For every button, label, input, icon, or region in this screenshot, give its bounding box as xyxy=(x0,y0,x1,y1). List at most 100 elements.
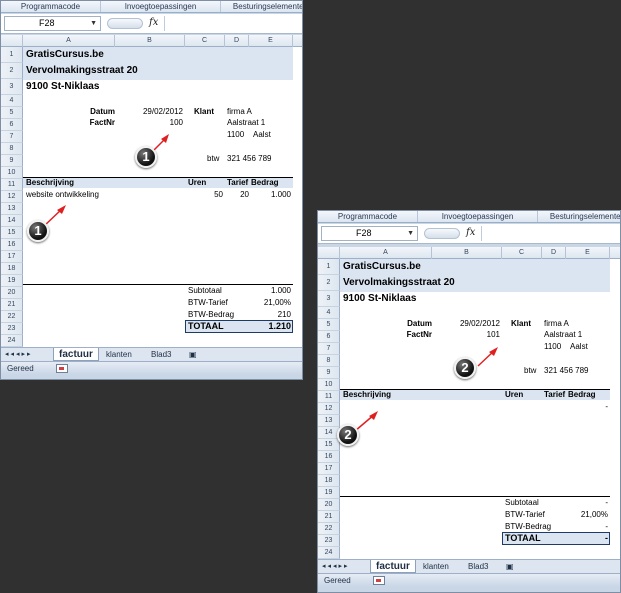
btw-label[interactable]: btw xyxy=(207,153,219,164)
row-header[interactable]: 18 xyxy=(318,475,340,487)
company-street[interactable]: Vervolmakingsstraat 20 xyxy=(26,65,138,76)
line-rate[interactable]: 20 xyxy=(225,189,249,200)
sheet-tab-blad3[interactable]: Blad3 xyxy=(146,348,176,361)
row-header[interactable]: 3 xyxy=(1,79,23,95)
klant-postcode[interactable]: 1100 xyxy=(227,129,244,140)
tab-controls[interactable]: Besturingselementen xyxy=(221,1,302,12)
row-header[interactable]: 4 xyxy=(1,95,23,107)
row-header[interactable]: 24 xyxy=(1,335,23,347)
spreadsheet-grid[interactable]: GratisCursus.be Vervolmakingsstraat 20 9… xyxy=(1,47,302,347)
factnr-label[interactable]: FactNr xyxy=(23,117,115,128)
total-label[interactable]: TOTAAL xyxy=(188,321,224,332)
row-header[interactable]: 13 xyxy=(1,203,23,215)
line-description[interactable]: website ontwikkeling xyxy=(26,189,99,200)
klant-label[interactable]: Klant xyxy=(511,318,531,329)
row-header[interactable]: 1 xyxy=(1,47,23,63)
chevron-down-icon[interactable]: ▼ xyxy=(407,227,414,240)
row-header[interactable]: 15 xyxy=(1,227,23,239)
total-label[interactable]: TOTAAL xyxy=(505,533,541,544)
row-header[interactable]: 15 xyxy=(318,439,340,451)
vat-amount-label[interactable]: BTW-Bedrag xyxy=(505,521,551,532)
factnr-label[interactable]: FactNr xyxy=(340,329,432,340)
header-description[interactable]: Beschrijving xyxy=(26,177,74,188)
row-header[interactable]: 7 xyxy=(318,343,340,355)
row-header[interactable]: 1 xyxy=(318,259,340,275)
row-header[interactable]: 12 xyxy=(318,403,340,415)
klant-value[interactable]: firma A xyxy=(227,106,252,117)
row-header[interactable]: 18 xyxy=(1,263,23,275)
column-header-a[interactable]: A xyxy=(23,35,115,47)
tab-addins[interactable]: Invoegtoepassingen xyxy=(418,211,538,222)
sheet-tab-factuur[interactable]: factuur xyxy=(53,348,99,361)
row-header[interactable]: 21 xyxy=(1,299,23,311)
sheet-tab-klanten[interactable]: klanten xyxy=(418,560,454,573)
column-header-c[interactable]: C xyxy=(502,247,542,259)
company-name[interactable]: GratisCursus.be xyxy=(26,49,104,60)
sheet-tab-blad3[interactable]: Blad3 xyxy=(463,560,493,573)
vat-amount-label[interactable]: BTW-Bedrag xyxy=(188,309,234,320)
row-header[interactable]: 5 xyxy=(318,319,340,331)
column-header-b[interactable]: B xyxy=(432,247,502,259)
sheet-tab-factuur[interactable]: factuur xyxy=(370,560,416,573)
column-header-a[interactable]: A xyxy=(340,247,432,259)
row-header[interactable]: 6 xyxy=(318,331,340,343)
row-header[interactable]: 3 xyxy=(318,291,340,307)
line-amount[interactable]: 1.000 xyxy=(249,189,291,200)
macro-record-icon[interactable] xyxy=(56,364,68,373)
row-header[interactable]: 12 xyxy=(1,191,23,203)
factnr-value[interactable]: 101 xyxy=(432,329,500,340)
klant-label[interactable]: Klant xyxy=(194,106,214,117)
name-box[interactable]: F28 ▼ xyxy=(321,226,418,241)
total-value[interactable]: - xyxy=(566,533,608,544)
subtotal-label[interactable]: Subtotaal xyxy=(188,285,222,296)
formula-input[interactable] xyxy=(164,16,302,31)
row-header[interactable]: 9 xyxy=(318,367,340,379)
header-hours[interactable]: Uren xyxy=(505,389,523,400)
row-header[interactable]: 4 xyxy=(318,307,340,319)
insert-function-icon[interactable]: fx xyxy=(466,227,475,238)
row-header[interactable]: 23 xyxy=(318,535,340,547)
company-name[interactable]: GratisCursus.be xyxy=(343,261,421,272)
row-header[interactable]: 20 xyxy=(318,499,340,511)
tab-developer[interactable]: Programmacode xyxy=(1,1,101,12)
select-all-corner[interactable] xyxy=(318,247,340,259)
column-header-e[interactable]: E xyxy=(566,247,610,259)
row-header[interactable]: 10 xyxy=(318,379,340,391)
row-header[interactable]: 24 xyxy=(318,547,340,559)
row-header[interactable]: 11 xyxy=(1,179,23,191)
factnr-value[interactable]: 100 xyxy=(115,117,183,128)
company-street[interactable]: Vervolmakingsstraat 20 xyxy=(343,277,455,288)
tab-addins[interactable]: Invoegtoepassingen xyxy=(101,1,221,12)
header-amount[interactable]: Bedrag xyxy=(568,389,596,400)
row-header[interactable]: 7 xyxy=(1,131,23,143)
row-header[interactable]: 17 xyxy=(1,251,23,263)
row-header[interactable]: 23 xyxy=(1,323,23,335)
macro-record-icon[interactable] xyxy=(373,576,385,585)
vat-rate-label[interactable]: BTW-Tarief xyxy=(505,509,545,520)
subtotal-value[interactable]: - xyxy=(566,497,608,508)
klant-value[interactable]: firma A xyxy=(544,318,569,329)
name-box[interactable]: F28 ▼ xyxy=(4,16,101,31)
klant-city[interactable]: Aalst xyxy=(570,341,588,352)
formula-input[interactable] xyxy=(481,226,620,241)
column-header-d[interactable]: D xyxy=(542,247,566,259)
btw-label[interactable]: btw xyxy=(524,365,536,376)
vat-amount-value[interactable]: - xyxy=(566,521,608,532)
vat-rate-label[interactable]: BTW-Tarief xyxy=(188,297,228,308)
column-header-b[interactable]: B xyxy=(115,35,185,47)
formula-bar-grip[interactable] xyxy=(424,228,460,239)
column-header-c[interactable]: C xyxy=(185,35,225,47)
klant-city[interactable]: Aalst xyxy=(253,129,271,140)
row-header[interactable]: 22 xyxy=(1,311,23,323)
company-city[interactable]: 9100 St-Niklaas xyxy=(26,81,99,92)
row-header[interactable]: 21 xyxy=(318,511,340,523)
tab-developer[interactable]: Programmacode xyxy=(318,211,418,222)
vat-rate-value[interactable]: 21,00% xyxy=(249,297,291,308)
row-header[interactable]: 8 xyxy=(1,143,23,155)
datum-value[interactable]: 29/02/2012 xyxy=(432,318,500,329)
row-header[interactable]: 5 xyxy=(1,107,23,119)
datum-label[interactable]: Datum xyxy=(340,318,432,329)
klant-street[interactable]: Aalstraat 1 xyxy=(227,117,265,128)
klant-street[interactable]: Aalstraat 1 xyxy=(544,329,582,340)
sheet-nav-arrows[interactable]: ◂◂◂▸▸ xyxy=(322,562,350,570)
